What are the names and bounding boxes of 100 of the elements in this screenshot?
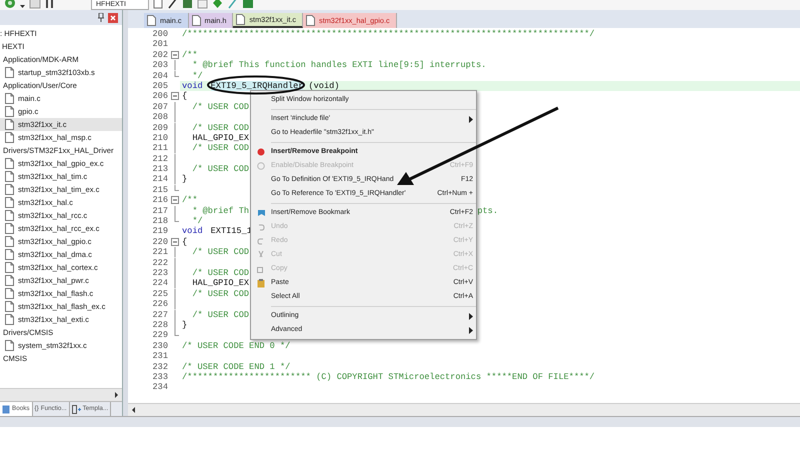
line-number: 226 (152, 299, 169, 310)
code-line: * @brief This function handles EXTI line[9:5] interrupts. (191, 60, 486, 71)
line-number: 232 (152, 362, 169, 372)
code-line: /******************************************************************************/ (182, 29, 595, 40)
redo-icon (257, 237, 265, 245)
collapse-icon[interactable] (170, 195, 180, 206)
code-line: /* USER COD (191, 288, 250, 300)
file-icon (5, 184, 14, 195)
file-icon (147, 15, 156, 26)
line-number: 233 (152, 372, 169, 382)
code-line: HAL_GPIO_EX (191, 278, 250, 289)
line-number: 218 (152, 216, 169, 226)
code-line: /* USER CODE END 0 */ (182, 340, 290, 352)
code-line: */ (191, 216, 203, 226)
file-icon (306, 15, 316, 26)
line-number: 215 (152, 184, 169, 196)
template-icon (72, 404, 81, 414)
line-number: 223 (152, 268, 169, 278)
clipboard-icon (256, 278, 266, 288)
line-number: 213 (152, 164, 169, 174)
line-number: 216 (152, 195, 169, 206)
code-line: /* USER COD (191, 247, 250, 258)
file-icon (5, 158, 14, 169)
code-line: /** (182, 50, 198, 60)
line-number: 224 (152, 278, 169, 289)
line-number: 217 (152, 206, 169, 216)
file-icon (5, 197, 14, 208)
line-number: 209 (152, 122, 169, 133)
file-icon (5, 210, 14, 221)
code-line: /* USER COD (191, 102, 250, 112)
line-number: 228 (152, 320, 169, 330)
code-line: /* USER CODE END 1 */ (182, 362, 290, 372)
code-line: /************************ (C) COPYRIGHT STMicroelectronics *****END OF FILE****/ (182, 372, 595, 382)
horizontal-scrollbar[interactable] (128, 403, 800, 416)
line-number: 200 (152, 29, 169, 40)
code-line: void EXTI15_1 (182, 226, 252, 237)
file-icon (5, 93, 14, 104)
line-number: 221 (152, 247, 169, 258)
code-line: /* USER COD (191, 122, 250, 133)
line-number: 222 (152, 258, 169, 268)
undo-icon (257, 223, 265, 231)
file-icon (5, 119, 14, 130)
line-number: 214 (152, 174, 169, 185)
file-icon (5, 67, 14, 78)
file-icon (5, 106, 14, 117)
line-number: 206 (152, 91, 169, 102)
line-number: 230 (152, 340, 169, 352)
file-icon (5, 275, 14, 286)
copy-icon (257, 265, 265, 273)
code-line: pts. (477, 206, 498, 216)
bookmark-icon (256, 209, 266, 217)
line-number: 210 (152, 132, 169, 144)
collapse-icon[interactable] (170, 236, 180, 247)
line-number: 204 (152, 70, 169, 81)
book-icon (2, 404, 10, 414)
file-icon (192, 15, 200, 26)
line-number: 231 (152, 351, 169, 362)
line-number: 227 (152, 310, 169, 320)
code-line: HAL_GPIO_EX (191, 132, 250, 144)
collapse-icon[interactable] (170, 50, 180, 60)
line-number: 225 (152, 288, 169, 300)
file-icon (5, 171, 14, 182)
file-icon (5, 132, 14, 143)
code-line: { (182, 91, 188, 102)
circle-icon (257, 162, 265, 170)
code-line: { (182, 236, 188, 248)
line-number: 229 (152, 330, 169, 341)
line-number: 203 (152, 60, 169, 71)
code-line: */ (191, 70, 203, 81)
code-line: * @brief Th (191, 206, 250, 216)
code-line: } (182, 320, 188, 330)
file-icon (5, 249, 14, 260)
file-icon (5, 236, 14, 247)
line-number: 219 (152, 226, 169, 237)
code-line: /** (182, 195, 198, 206)
file-icon (5, 288, 14, 299)
line-number: 208 (152, 112, 169, 123)
line-number: 212 (152, 154, 169, 164)
code-line: /* USER COD (191, 268, 250, 278)
file-icon (5, 262, 14, 273)
horizontal-scrollbar[interactable] (0, 388, 122, 401)
scissors-icon (257, 251, 265, 259)
line-number: 201 (152, 39, 169, 50)
file-icon (5, 340, 14, 351)
code-line: } (182, 174, 188, 185)
line-number: 234 (152, 382, 169, 393)
collapse-icon[interactable] (170, 91, 180, 102)
line-number: 207 (152, 102, 169, 112)
line-number: 220 (152, 236, 169, 248)
file-icon (5, 314, 14, 325)
file-icon (5, 301, 14, 312)
code-line: /* USER COD (191, 164, 250, 174)
line-number: 211 (152, 143, 169, 154)
pin-icon[interactable] (98, 13, 104, 22)
close-icon[interactable] (108, 12, 118, 22)
code-line: /* USER COD (191, 143, 250, 154)
breakpoint-icon (257, 148, 265, 156)
line-number: 205 (152, 80, 169, 92)
file-icon (5, 223, 14, 234)
line-number: 202 (152, 50, 169, 60)
